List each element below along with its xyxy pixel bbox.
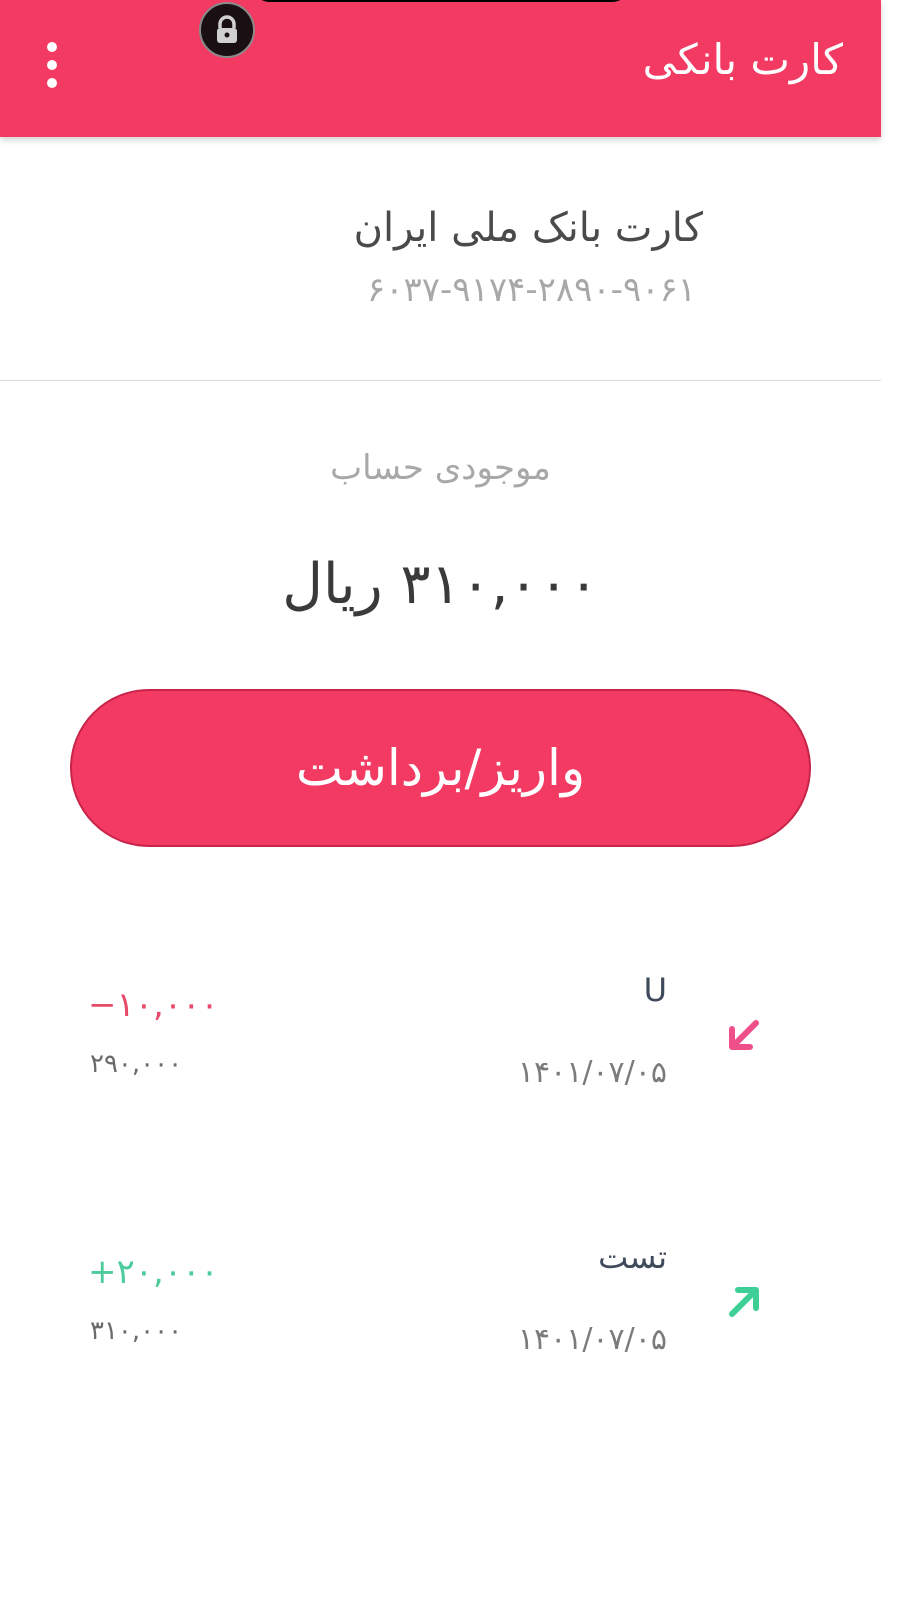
transaction-row[interactable]: تست ۱۴۰۱/۰۷/۰۵ +۲۰,۰۰۰ ۳۱۰,۰۰۰	[0, 1222, 881, 1402]
transaction-row[interactable]: U ۱۴۰۱/۰۷/۰۵ −۱۰,۰۰۰ ۲۹۰,۰۰۰	[0, 955, 881, 1135]
balance-label: موجودی حساب	[330, 448, 551, 488]
arrow-up-right-icon	[729, 1287, 759, 1317]
transaction-balance-after: ۲۹۰,۰۰۰	[90, 1049, 183, 1079]
transaction-date: ۱۴۰۱/۰۷/۰۵	[517, 1055, 667, 1090]
more-vert-icon	[47, 42, 57, 52]
more-options-button[interactable]	[30, 36, 74, 94]
deposit-withdraw-button[interactable]: واریز/برداشت	[70, 689, 811, 847]
divider	[0, 380, 881, 381]
transaction-amount: −۱۰,۰۰۰	[88, 985, 219, 1025]
more-vert-icon-dot	[47, 78, 57, 88]
transaction-date: ۱۴۰۱/۰۷/۰۵	[517, 1322, 667, 1357]
app-bar: کارت بانکی	[0, 0, 881, 137]
more-vert-icon-dot	[47, 60, 57, 70]
lock-icon	[199, 2, 255, 58]
card-name: کارت بانک ملی ایران	[353, 205, 703, 251]
card-info: کارت بانک ملی ایران ۶۰۳۷-۹۱۷۴-۲۸۹۰-۹۰۶۱	[0, 137, 881, 380]
app-bar-title: کارت بانکی	[642, 35, 843, 84]
card-number: ۶۰۳۷-۹۱۷۴-۲۸۹۰-۹۰۶۱	[367, 270, 696, 310]
arrow-down-left-icon	[729, 1020, 759, 1050]
transaction-amount: +۲۰,۰۰۰	[88, 1252, 219, 1292]
camera-notch	[255, 0, 627, 2]
transaction-balance-after: ۳۱۰,۰۰۰	[90, 1316, 183, 1346]
transaction-title: U	[643, 971, 667, 1009]
balance-value: ۳۱۰,۰۰۰ ریال	[282, 552, 599, 617]
transaction-title: تست	[598, 1238, 667, 1276]
